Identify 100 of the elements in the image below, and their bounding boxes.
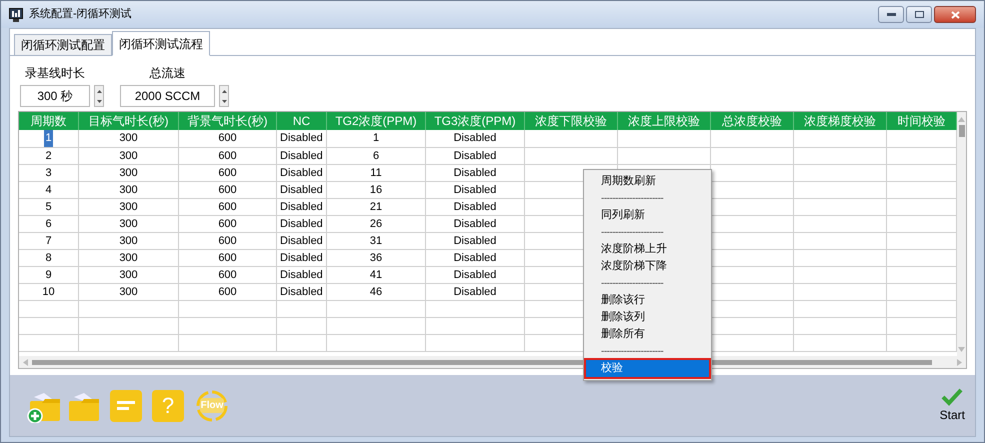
table-cell-text: Disabled <box>280 250 323 266</box>
table-cell-text: 46 <box>370 284 382 300</box>
table-cell-text: 300 <box>119 182 138 198</box>
column-header[interactable]: 总浓度校验 <box>711 112 794 130</box>
table-cell-text: Disabled <box>454 182 496 198</box>
table-cell-text: Disabled <box>280 148 323 164</box>
field-label: 录基线时长 <box>25 65 85 82</box>
table-cell-text: 600 <box>218 284 237 300</box>
table-cell-text: 4 <box>44 182 53 198</box>
table-cell-text: 300 <box>119 250 138 266</box>
scroll-thumb[interactable] <box>958 125 964 137</box>
column-header[interactable]: 目标气时长(秒) <box>79 112 179 130</box>
column-header[interactable]: 背景气时长(秒) <box>179 112 277 130</box>
table-cell-text: Disabled <box>454 166 496 181</box>
document-icon <box>117 400 135 412</box>
table-cell: 1 <box>44 130 53 147</box>
table-cell-text: Disabled <box>280 166 323 181</box>
minimize-icon <box>886 13 896 16</box>
table-cell-text: 7 <box>44 234 53 249</box>
table-cell-text: 300 <box>119 284 138 300</box>
table-cell-text: 300 <box>119 200 138 215</box>
table-cell-text: 600 <box>218 148 237 164</box>
table-cell-text: 6 <box>372 148 380 164</box>
table-cell-text: 300 <box>119 166 138 181</box>
table-cell-text: Disabled <box>280 234 323 249</box>
table-cell-text: 1 <box>372 131 380 146</box>
table-cell-text: 41 <box>370 268 382 283</box>
table-cell-text: 3 <box>44 166 53 181</box>
vertical-scrollbar[interactable] <box>957 112 966 356</box>
table-cell-text: Disabled <box>280 216 323 232</box>
close-button[interactable] <box>934 6 976 23</box>
table-cell-text: Disabled <box>454 131 496 146</box>
scroll-right-icon <box>957 358 962 366</box>
table-cell-text: Disabled <box>454 284 496 300</box>
menu-separator: ---------------------- <box>600 226 664 240</box>
number-field[interactable]: 300 秒 <box>20 85 90 107</box>
table-cell-text: 600 <box>218 131 237 146</box>
column-header[interactable]: TG2浓度(PPM) <box>327 112 426 130</box>
table-cell-text: Disabled <box>280 182 323 198</box>
menu-item[interactable]: 删除所有 <box>584 326 711 343</box>
table-cell-text: 36 <box>370 250 382 266</box>
table-cell-text: 11 <box>370 166 382 181</box>
checkmark-icon <box>941 388 964 406</box>
table-cell-text: 21 <box>370 200 382 215</box>
menu-separator: ---------------------- <box>600 345 664 359</box>
table-cell-text: Disabled <box>280 200 323 215</box>
menu-item[interactable]: 浓度阶梯上升 <box>584 241 711 258</box>
menu-separator: ---------------------- <box>600 192 664 206</box>
menu-item[interactable]: 删除该列 <box>584 309 711 326</box>
table-cell-text: 9 <box>44 268 53 283</box>
table-cell-text: Disabled <box>280 268 323 283</box>
table-cell-text: Disabled <box>454 234 496 249</box>
table-cell-text: 300 <box>119 148 138 164</box>
table-cell-text: 6 <box>44 216 53 232</box>
column-header[interactable]: NC <box>277 112 327 130</box>
minimize-button[interactable] <box>878 6 904 23</box>
table-cell-text: Disabled <box>280 284 323 300</box>
column-header[interactable]: 浓度梯度校验 <box>794 112 887 130</box>
table-cell-text: 600 <box>218 250 237 266</box>
table-cell-text: 300 <box>119 216 138 232</box>
menu-item[interactable]: 浓度阶梯下降 <box>584 258 711 275</box>
table-cell-text: 8 <box>44 250 53 266</box>
table-cell-text: Disabled <box>454 250 496 266</box>
start-button[interactable]: Start <box>940 388 965 424</box>
table-cell-text: 600 <box>218 200 237 215</box>
menu-item[interactable]: 周期数刷新 <box>584 173 711 190</box>
table-cell-text: 16 <box>370 182 382 198</box>
table-cell-text: 600 <box>218 268 237 283</box>
tab[interactable]: 闭循环测试配置 <box>14 34 112 55</box>
table-cell-text: 2 <box>44 148 53 164</box>
cycle-icon <box>194 388 230 424</box>
menu-item[interactable]: 同列刷新 <box>584 207 711 224</box>
table-cell-text: 300 <box>119 234 138 249</box>
table-cell-text: 26 <box>370 216 382 232</box>
table-cell-text: 300 <box>119 268 138 283</box>
window-title: 系统配置-闭循环测试 <box>29 6 132 22</box>
table-cell-text: 31 <box>370 234 382 249</box>
spinner-buttons[interactable] <box>219 85 229 107</box>
table-cell-text: 600 <box>218 166 237 181</box>
table-cell-text: 600 <box>218 234 237 249</box>
menu-separator: ---------------------- <box>600 277 664 291</box>
close-icon <box>950 10 960 18</box>
menu-item[interactable]: 校验 <box>586 360 709 377</box>
spinner-buttons[interactable] <box>94 85 104 107</box>
column-header[interactable]: TG3浓度(PPM) <box>426 112 525 130</box>
table-cell-text: 600 <box>218 182 237 198</box>
table-cell-text: Disabled <box>454 200 496 215</box>
maximize-button[interactable] <box>906 6 932 23</box>
field-label: 总流速 <box>150 65 186 82</box>
menu-item[interactable]: 删除该行 <box>584 292 711 309</box>
table-cell-text: 5 <box>44 200 53 215</box>
scroll-left-icon <box>23 358 28 366</box>
table-cell-text: Disabled <box>454 216 496 232</box>
table-cell-text: Disabled <box>454 148 496 164</box>
table-cell-text: 300 <box>119 131 138 146</box>
number-field[interactable]: 2000 SCCM <box>120 85 215 107</box>
table-cell-text: 10 <box>41 284 56 300</box>
column-header[interactable]: 浓度上限校验 <box>618 112 711 130</box>
tab[interactable]: 闭循环测试流程 <box>112 31 210 56</box>
column-header[interactable]: 浓度下限校验 <box>525 112 618 130</box>
